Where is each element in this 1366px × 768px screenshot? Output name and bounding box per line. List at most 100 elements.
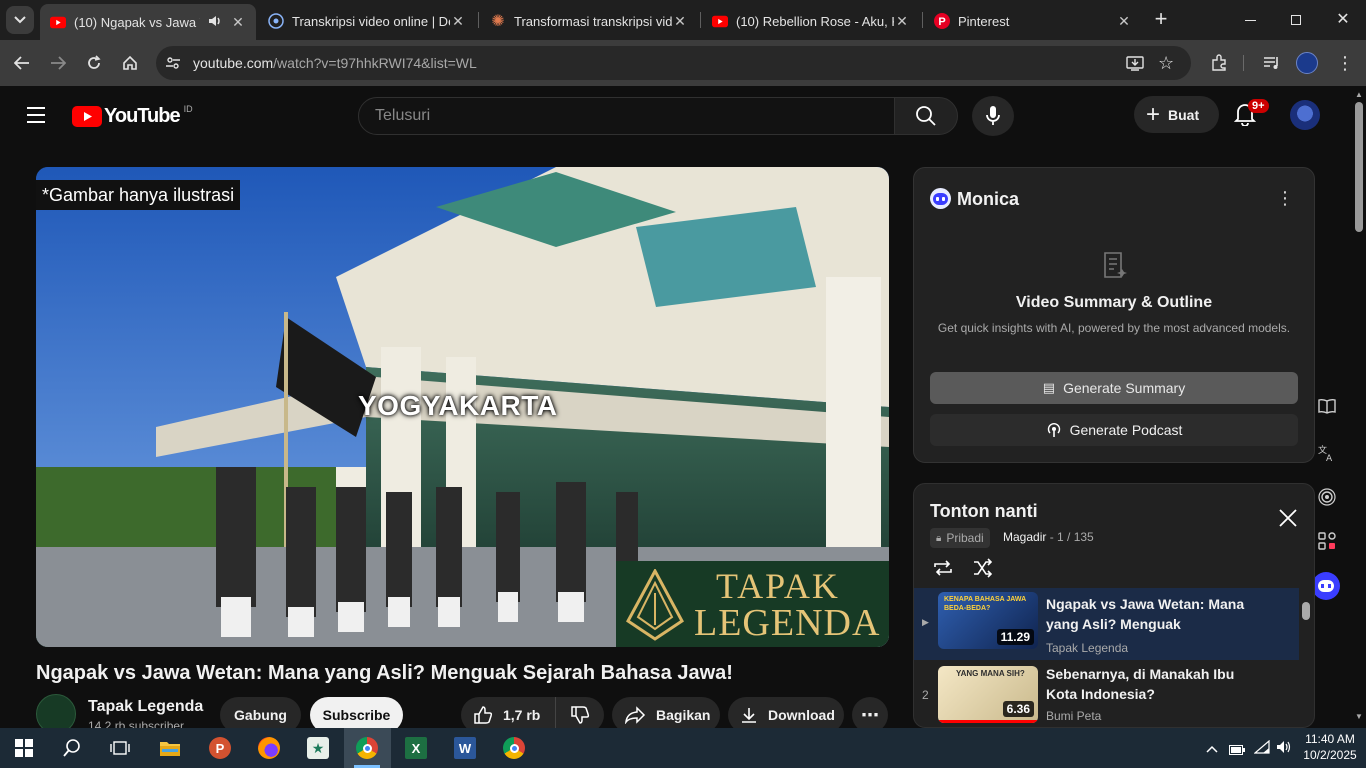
- book-icon[interactable]: [1318, 398, 1336, 419]
- tab-claude[interactable]: ✺ Transformasi transkripsi video ✕: [480, 6, 698, 36]
- restore-button[interactable]: [1284, 8, 1308, 32]
- search-icon[interactable]: [58, 734, 86, 762]
- share-icon: [625, 706, 646, 724]
- back-button[interactable]: [7, 48, 37, 78]
- monica-title: Monica: [957, 189, 1020, 209]
- chrome-icon[interactable]: [353, 734, 381, 762]
- account-avatar[interactable]: [1290, 100, 1320, 130]
- install-app-icon[interactable]: [1126, 54, 1144, 77]
- tab-pinterest[interactable]: P Pinterest ✕: [924, 6, 1142, 36]
- search-button[interactable]: [894, 97, 958, 135]
- hamburger-menu-icon[interactable]: [24, 103, 48, 127]
- youtube-icon: [50, 14, 66, 30]
- firefox-icon[interactable]: [255, 734, 283, 762]
- tab-close-icon[interactable]: ✕: [672, 13, 688, 30]
- notification-badge: 9+: [1248, 99, 1269, 113]
- clock-time: 11:40 AM: [1305, 732, 1355, 746]
- battery-icon[interactable]: [1229, 742, 1245, 760]
- channel-watermark: TAPAK LEGENDA: [616, 561, 889, 647]
- tab-close-icon[interactable]: ✕: [1116, 13, 1132, 30]
- thumbnail-caption: YANG MANA SIH?: [956, 669, 1025, 678]
- brand-line-2: LEGENDA: [694, 602, 881, 644]
- channel-name[interactable]: Tapak Legenda: [88, 698, 203, 716]
- shuffle-playlist-icon[interactable]: [972, 558, 994, 583]
- tab-close-icon[interactable]: ✕: [230, 14, 246, 31]
- playlist-title[interactable]: Tonton nanti: [930, 501, 1038, 522]
- file-explorer-icon[interactable]: [156, 734, 184, 762]
- video-player[interactable]: *Gambar hanya ilustrasi YOGYAKARTA TAPAK…: [36, 167, 889, 647]
- playlist-scrollbar[interactable]: [1302, 602, 1310, 620]
- app-star-icon[interactable]: ★: [304, 734, 332, 762]
- new-tab-button[interactable]: +: [1150, 8, 1172, 30]
- site-info-icon[interactable]: [164, 54, 182, 72]
- loop-playlist-icon[interactable]: [932, 558, 954, 583]
- page-scrollbar[interactable]: ▲ ▼: [1352, 86, 1366, 728]
- volume-icon[interactable]: [1276, 740, 1292, 759]
- url-host: youtube.com: [193, 55, 274, 71]
- wifi-icon[interactable]: [1253, 739, 1270, 759]
- summary-doc-icon: ▤: [1042, 380, 1056, 395]
- document-spark-icon: [1104, 252, 1127, 278]
- show-hidden-icons-chevron-icon[interactable]: [1206, 740, 1218, 758]
- playlist-item-channel: Bumi Peta: [1046, 709, 1102, 723]
- monica-menu-icon[interactable]: ⋮: [1276, 188, 1294, 209]
- bookmark-star-icon[interactable]: ☆: [1158, 53, 1174, 74]
- chrome-profile-icon[interactable]: [500, 734, 528, 762]
- excel-icon[interactable]: X: [402, 734, 430, 762]
- playlist-position: 1 / 135: [1057, 530, 1094, 544]
- owner-name[interactable]: Magadir: [1003, 530, 1046, 544]
- minimize-button[interactable]: [1238, 8, 1262, 32]
- create-button[interactable]: + Buat: [1134, 96, 1219, 133]
- tab-close-icon[interactable]: ✕: [894, 13, 910, 30]
- extensions-icon[interactable]: [1204, 48, 1234, 78]
- download-icon: [742, 708, 756, 723]
- playlist-item[interactable]: 2 YANG MANA SIH? 6.36 Sebenarnya, di Man…: [914, 662, 1299, 727]
- media-control-icon[interactable]: [1257, 48, 1287, 78]
- privacy-badge: 🔒︎ Pribadi: [930, 528, 990, 548]
- playlist-item-title[interactable]: Sebenarnya, di Manakah Ibu Kota Indonesi…: [1046, 664, 1246, 704]
- voice-search-button[interactable]: [972, 96, 1014, 136]
- apps-icon[interactable]: [1318, 532, 1336, 555]
- podcast-side-icon[interactable]: [1318, 488, 1336, 511]
- playlist-item[interactable]: ▶ KENAPA BAHASA JAWA BEDA-BEDA? 11.29 Ng…: [914, 588, 1299, 660]
- translate-icon[interactable]: 文A: [1318, 444, 1336, 467]
- browser-menu-icon[interactable]: ⋮: [1330, 48, 1360, 78]
- country-code: ID: [183, 104, 193, 114]
- generate-summary-button[interactable]: ▤ Generate Summary: [930, 372, 1298, 404]
- svg-text:A: A: [1326, 454, 1333, 462]
- share-label: Bagikan: [656, 707, 711, 723]
- powerpoint-icon[interactable]: P: [206, 734, 234, 762]
- search-input[interactable]: [375, 107, 875, 125]
- clock[interactable]: 11:40 AM 10/2/2025: [1300, 731, 1360, 763]
- tab-title: Pinterest: [958, 13, 1010, 29]
- city-caption: YOGYAKARTA: [358, 390, 558, 421]
- browser-tab-strip: (10) Ngapak vs Jawa Wetan: Mana yang Asl…: [0, 0, 1366, 40]
- tab-search-button[interactable]: [6, 6, 34, 34]
- close-window-button[interactable]: ✕: [1331, 8, 1355, 32]
- home-button[interactable]: [115, 48, 145, 78]
- generate-podcast-button[interactable]: Generate Podcast: [930, 414, 1298, 446]
- notifications-button[interactable]: 9+: [1233, 99, 1269, 128]
- close-playlist-icon[interactable]: [1278, 508, 1298, 528]
- profile-avatar[interactable]: [1292, 48, 1322, 78]
- youtube-logo[interactable]: YouTube ID: [72, 104, 193, 128]
- tab-title: Transkripsi video online | Descript: [292, 13, 450, 29]
- tab-close-icon[interactable]: ✕: [450, 13, 466, 30]
- podcast-icon: [1047, 423, 1060, 437]
- windows-start-icon[interactable]: [10, 734, 38, 762]
- forward-button[interactable]: [43, 48, 73, 78]
- generate-podcast-label: Generate Podcast: [1069, 422, 1183, 438]
- task-view-icon[interactable]: [106, 734, 134, 762]
- speaker-icon[interactable]: [208, 15, 222, 30]
- youtube-logo-text: YouTube: [104, 104, 181, 127]
- tab-descript[interactable]: Transkripsi video online | Descript ✕: [258, 6, 476, 36]
- monica-launcher-icon[interactable]: [1312, 572, 1340, 600]
- tab-youtube-rebellion[interactable]: (10) Rebellion Rose - Aku, Kamu ✕: [702, 6, 920, 36]
- reload-button[interactable]: [79, 48, 109, 78]
- thumbnail-caption: KENAPA BAHASA JAWA BEDA-BEDA?: [944, 596, 1026, 612]
- word-icon[interactable]: W: [451, 734, 479, 762]
- playlist-item-title[interactable]: Ngapak vs Jawa Wetan: Mana yang Asli? Me…: [1046, 594, 1246, 634]
- tab-youtube-ngapak[interactable]: (10) Ngapak vs Jawa Wetan: Mana yang Asl…: [40, 4, 256, 40]
- address-bar[interactable]: youtube.com/watch?v=t97hhkRWI74&list=WL …: [156, 46, 1191, 80]
- playlist-owner: Magadir - 1 / 135: [1003, 530, 1094, 544]
